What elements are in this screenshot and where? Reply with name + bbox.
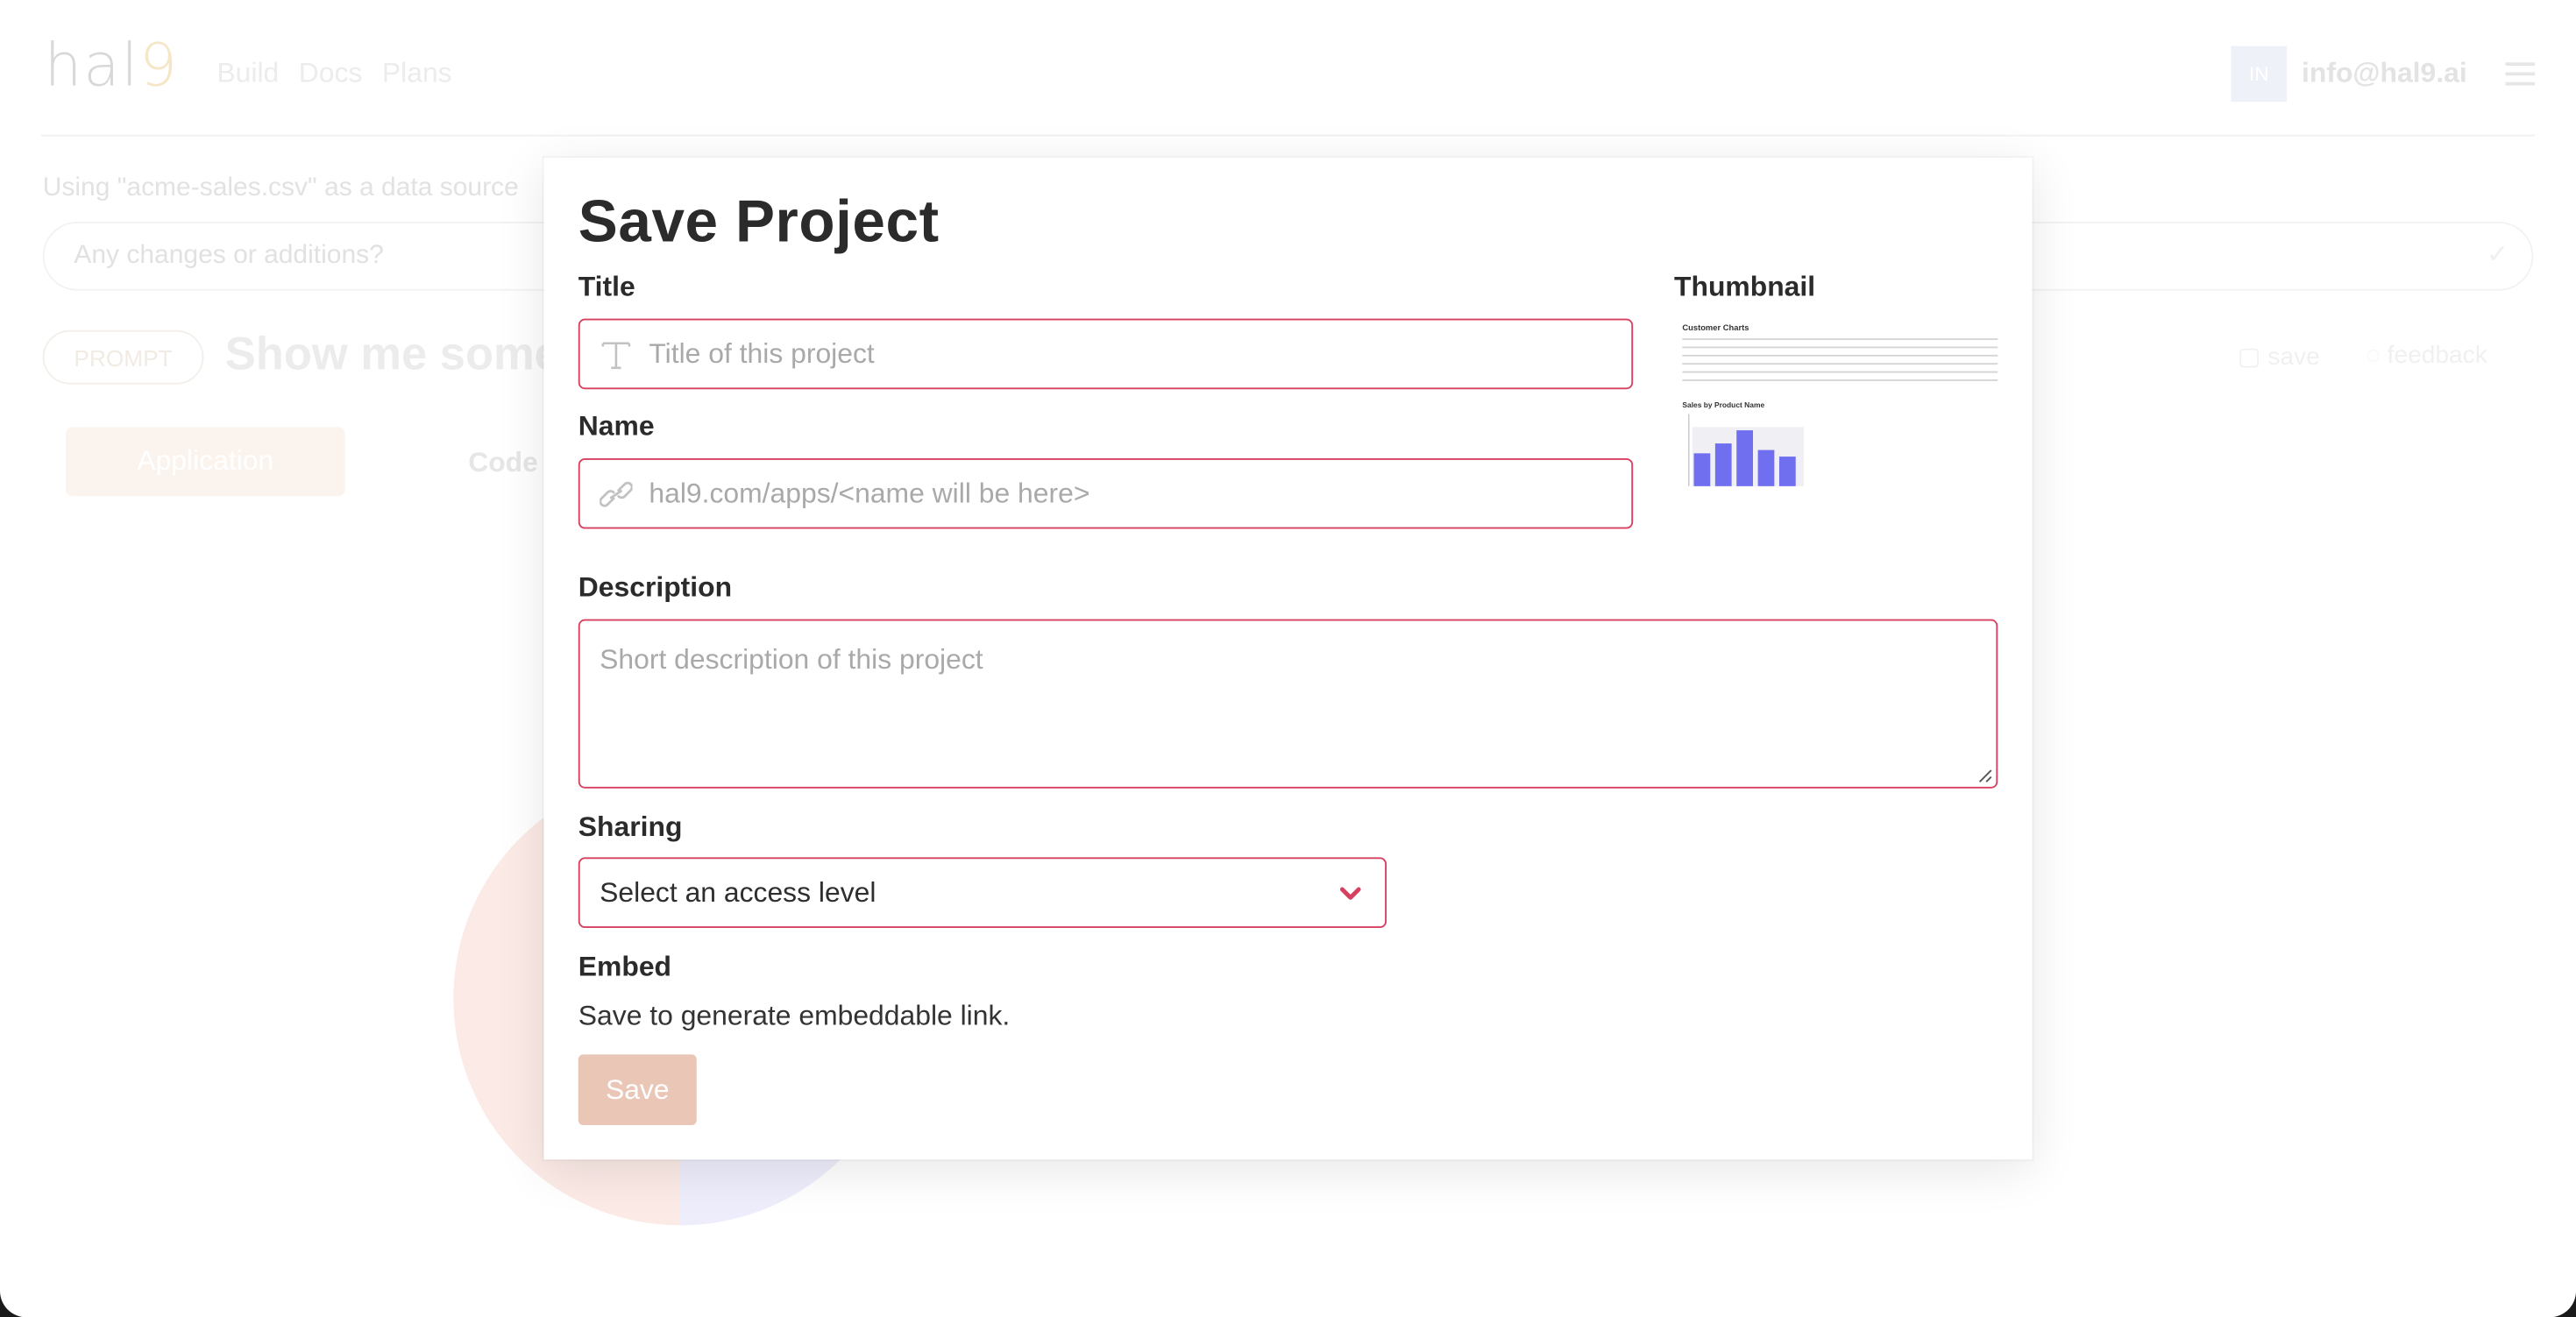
description-field[interactable] xyxy=(578,619,1998,789)
prompt-placeholder: Any changes or additions? xyxy=(74,241,384,270)
name-field[interactable] xyxy=(578,457,1634,529)
save-project-dialog: Save Project Title Name Thumbnail Cus xyxy=(543,157,2033,1160)
thumbnail-heading-2: Sales by Product Name xyxy=(1682,400,1765,409)
nav-docs[interactable]: Docs xyxy=(299,58,363,90)
nav-plans[interactable]: Plans xyxy=(382,58,452,90)
nav-build[interactable]: Build xyxy=(216,58,279,90)
description-label: Description xyxy=(578,571,733,603)
resize-handle-icon[interactable] xyxy=(1978,768,1993,783)
data-source-note: Using "acme-sales.csv" as a data source xyxy=(42,173,519,202)
name-input[interactable] xyxy=(649,459,1612,528)
top-nav: Build Docs Plans xyxy=(216,58,451,90)
link-icon xyxy=(600,481,633,507)
thumbnail-bar-chart xyxy=(1688,414,1805,486)
header-divider xyxy=(40,134,2536,137)
title-field[interactable] xyxy=(578,318,1634,390)
embed-hint: Save to generate embeddable link. xyxy=(578,1000,1011,1032)
prompt-heading: Show me some xyxy=(224,328,560,379)
embed-label: Embed xyxy=(578,951,672,982)
thumbnail-heading-1: Customer Charts xyxy=(1682,323,1749,334)
save-link[interactable]: ▢ save xyxy=(2238,342,2320,372)
feedback-link[interactable]: ◌ feedback xyxy=(2366,342,2487,370)
tab-application[interactable]: Application xyxy=(65,427,345,497)
avatar[interactable]: IN xyxy=(2231,46,2288,103)
text-type-icon xyxy=(601,342,631,370)
user-email[interactable]: info@hal9.ai xyxy=(2302,58,2467,90)
sharing-label: Sharing xyxy=(578,811,683,843)
app-window: hal9 Build Docs Plans IN info@hal9.ai Us… xyxy=(0,0,2576,1317)
tab-code[interactable]: Code xyxy=(468,447,538,479)
thumbnail-table xyxy=(1682,338,1998,391)
hal9-logo[interactable]: hal9 xyxy=(45,32,179,100)
title-input[interactable] xyxy=(649,320,1612,388)
chat-bubble-icon: ◌ xyxy=(2366,341,2388,370)
name-label: Name xyxy=(578,410,655,443)
thumbnail-preview: Customer Charts Sales by Product Name xyxy=(1674,319,2003,499)
thumbnail-label: Thumbnail xyxy=(1674,271,1816,302)
save-icon: ▢ xyxy=(2237,343,2268,372)
sharing-selected-value: Select an access level xyxy=(600,876,876,909)
chevron-down-icon xyxy=(1339,887,1361,900)
sharing-select[interactable]: Select an access level xyxy=(578,857,1387,929)
submit-check-icon[interactable]: ✓ xyxy=(2487,238,2509,271)
save-button[interactable]: Save xyxy=(578,1054,697,1125)
hamburger-menu-icon[interactable] xyxy=(2505,62,2536,92)
title-label: Title xyxy=(578,271,635,302)
prompt-badge: PROMPT xyxy=(42,329,204,385)
description-textarea[interactable] xyxy=(600,643,1976,771)
dialog-title: Save Project xyxy=(578,187,940,255)
